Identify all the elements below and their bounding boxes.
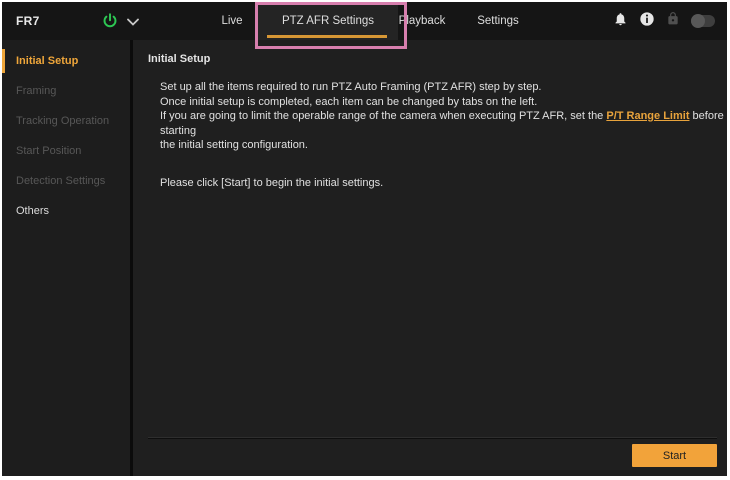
topbar-icon-group xyxy=(613,2,715,40)
sidebar-item-label: Initial Setup xyxy=(16,55,78,67)
active-tab-underline xyxy=(267,35,387,38)
top-bar: FR7 Live PTZ AFR Settings Playback Setti… xyxy=(2,2,727,40)
toggle-knob xyxy=(691,14,705,28)
sidebar-item-initial-setup[interactable]: Initial Setup xyxy=(2,46,130,76)
footer-divider xyxy=(148,437,717,439)
device-name: FR7 xyxy=(16,2,40,40)
sidebar-item-start-position: Start Position xyxy=(2,136,130,166)
tab-settings[interactable]: Settings xyxy=(454,2,542,40)
pt-range-limit-link[interactable]: P/T Range Limit xyxy=(606,110,689,122)
sidebar-item-framing: Framing xyxy=(2,76,130,106)
description-line-3-before: If you are going to limit the operable r… xyxy=(160,110,606,122)
toggle-switch[interactable] xyxy=(691,15,715,27)
tab-ptz-afr-settings-label: PTZ AFR Settings xyxy=(282,15,374,27)
start-button[interactable]: Start xyxy=(632,444,717,467)
sidebar-item-detection-settings: Detection Settings xyxy=(2,166,130,196)
chevron-down-icon[interactable] xyxy=(126,15,140,27)
description-line-1: Set up all the items required to run PTZ… xyxy=(160,80,727,95)
description-line-4: the initial setting configuration. xyxy=(160,138,727,153)
sidebar: Initial Setup Framing Tracking Operation… xyxy=(2,40,130,476)
app-window: FR7 Live PTZ AFR Settings Playback Setti… xyxy=(2,2,727,476)
main-panel: Initial Setup Set up all the items requi… xyxy=(133,40,727,476)
sidebar-item-tracking-operation: Tracking Operation xyxy=(2,106,130,136)
description-line-3: If you are going to limit the operable r… xyxy=(160,109,727,138)
power-icon[interactable] xyxy=(101,12,119,30)
page-title: Initial Setup xyxy=(148,53,727,65)
description-line-2: Once initial setup is completed, each it… xyxy=(160,95,727,110)
lock-icon xyxy=(666,11,680,31)
info-icon[interactable] xyxy=(639,11,655,32)
instruction-text: Please click [Start] to begin the initia… xyxy=(160,177,727,189)
tab-ptz-afr-settings[interactable]: PTZ AFR Settings xyxy=(258,2,398,40)
description-text: Set up all the items required to run PTZ… xyxy=(160,80,727,153)
bell-icon[interactable] xyxy=(613,11,628,32)
selected-indicator-bar xyxy=(2,49,5,73)
tab-playback[interactable]: Playback xyxy=(378,2,466,40)
sidebar-item-others[interactable]: Others xyxy=(2,196,130,226)
